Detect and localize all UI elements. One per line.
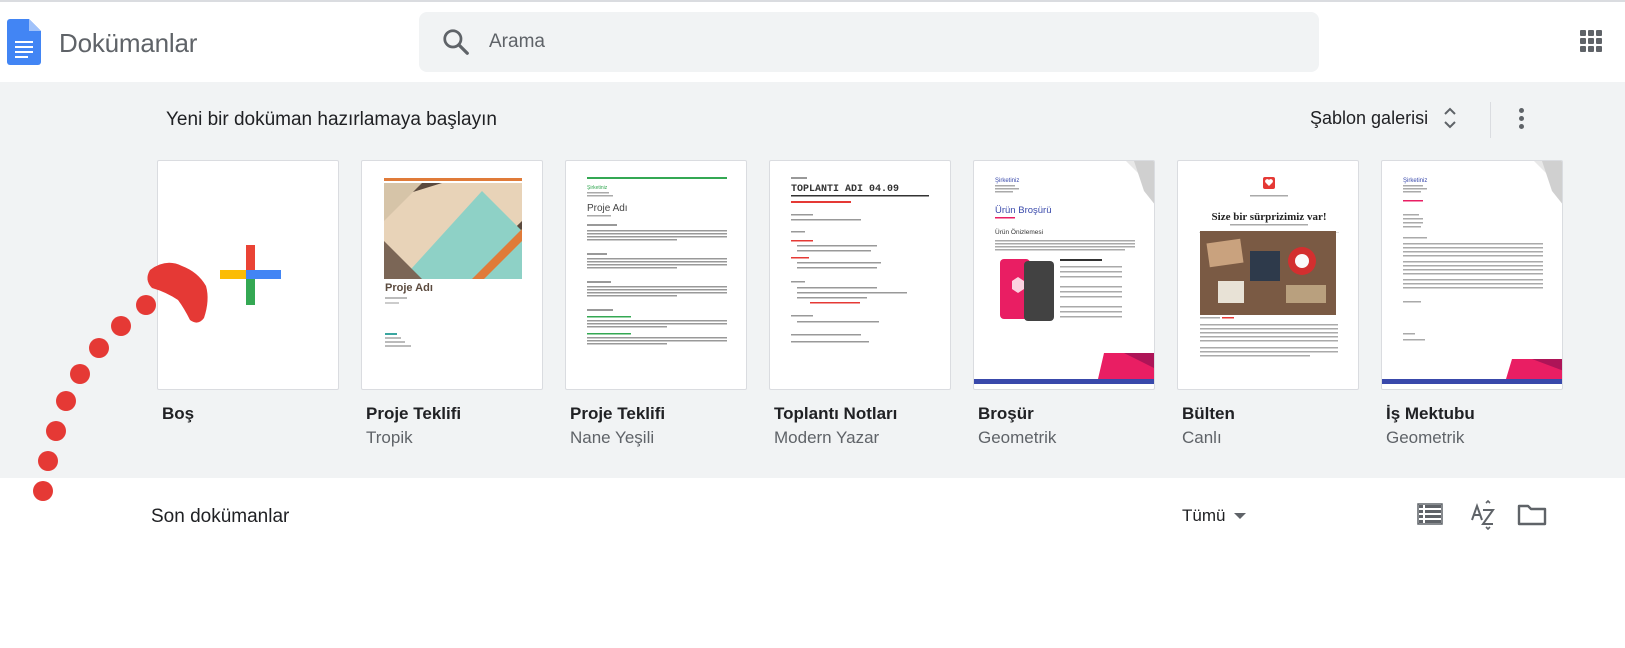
folder-icon[interactable] (1516, 498, 1548, 530)
template-thumbnail[interactable]: Şirketiniz (1381, 160, 1563, 390)
thumb-title: Proje Adı (587, 203, 628, 214)
app-title[interactable]: Dokümanlar (59, 28, 197, 59)
template-thumbnail[interactable]: Proje Adı (361, 160, 543, 390)
thumb-title: Ürün Broşürü (995, 205, 1052, 216)
docs-logo-icon[interactable] (7, 19, 41, 65)
template-name: Bülten (1182, 404, 1235, 423)
template-thumbnail[interactable]: TOPLANTI ADI 04.09 (769, 160, 951, 390)
template-thumbnail[interactable]: Şirketiniz Proje Adı (565, 160, 747, 390)
recent-documents-section: Son dokümanlar Tümü (0, 478, 1625, 648)
template-name: Broşür (978, 404, 1034, 423)
template-name: Proje Teklifi (570, 404, 666, 423)
divider (1490, 102, 1491, 138)
template-name: İş Mektubu (1386, 404, 1475, 423)
owner-filter-label: Tümü (1182, 506, 1226, 525)
search-input[interactable] (489, 24, 1289, 60)
proposal-mint-preview: Şirketiniz Proje Adı (587, 177, 727, 345)
template-subtitle: Geometrik (978, 428, 1057, 447)
plus-icon (220, 245, 281, 305)
more-options-icon[interactable] (1508, 100, 1534, 136)
dropdown-arrow-icon (1234, 513, 1247, 519)
template-thumbnail[interactable]: Size bir sürprizimiz var! (1177, 160, 1359, 390)
list-view-icon[interactable] (1414, 498, 1446, 530)
meeting-notes-preview: TOPLANTI ADI 04.09 (791, 177, 929, 343)
template-subtitle: Modern Yazar (774, 428, 880, 447)
search-bar[interactable] (419, 12, 1319, 72)
owner-filter-dropdown[interactable]: Tümü (1182, 502, 1247, 530)
template-thumbnail[interactable]: Şirketiniz Ürün Broşürü Ürün Önizlemesi (973, 160, 1155, 390)
template-gallery-button[interactable]: Şablon galerisi (1310, 98, 1460, 138)
template-section-title: Yeni bir doküman hazırlamaya başlayın (166, 109, 497, 130)
thumb-company: Şirketiniz (1403, 178, 1427, 184)
template-subtitle: Nane Yeşili (570, 428, 655, 447)
search-icon[interactable] (441, 27, 471, 57)
template-thumbnail[interactable] (157, 160, 339, 390)
newsletter-preview: Size bir sürprizimiz var! (1199, 177, 1339, 357)
thumb-title: Proje Adı (385, 282, 433, 294)
unfold-icon (1444, 107, 1456, 129)
proposal-tropic-preview: Proje Adı (384, 178, 522, 347)
brochure-preview: Şirketiniz Ürün Broşürü Ürün Önizlemesi (974, 161, 1154, 384)
template-name: Toplantı Notları (774, 404, 898, 423)
template-section: Yeni bir doküman hazırlamaya başlayın Şa… (0, 82, 1625, 478)
template-subtitle: Tropik (366, 428, 413, 447)
recent-documents-title: Son dokümanlar (151, 506, 290, 527)
thumb-title: Size bir sürprizimiz var! (1212, 211, 1327, 223)
sort-az-icon[interactable] (1466, 498, 1498, 530)
template-gallery-label: Şablon galerisi (1310, 107, 1429, 128)
business-letter-preview: Şirketiniz (1382, 161, 1562, 384)
template-subtitle: Geometrik (1386, 428, 1465, 447)
template-name: Proje Teklifi (366, 404, 462, 423)
apps-grid-icon[interactable] (1580, 30, 1602, 52)
thumb-title: TOPLANTI ADI 04.09 (791, 184, 899, 195)
template-name: Boş (162, 404, 195, 423)
template-list: Boş Proje Adı Proje Teklifi Tropik Şirke… (157, 160, 1577, 470)
thumb-section: Ürün Önizlemesi (995, 228, 1043, 236)
thumb-company: Şirketiniz (587, 185, 608, 191)
thumb-company: Şirketiniz (995, 178, 1019, 184)
template-subtitle: Canlı (1182, 428, 1222, 447)
app-header: Dokümanlar (0, 2, 1625, 82)
